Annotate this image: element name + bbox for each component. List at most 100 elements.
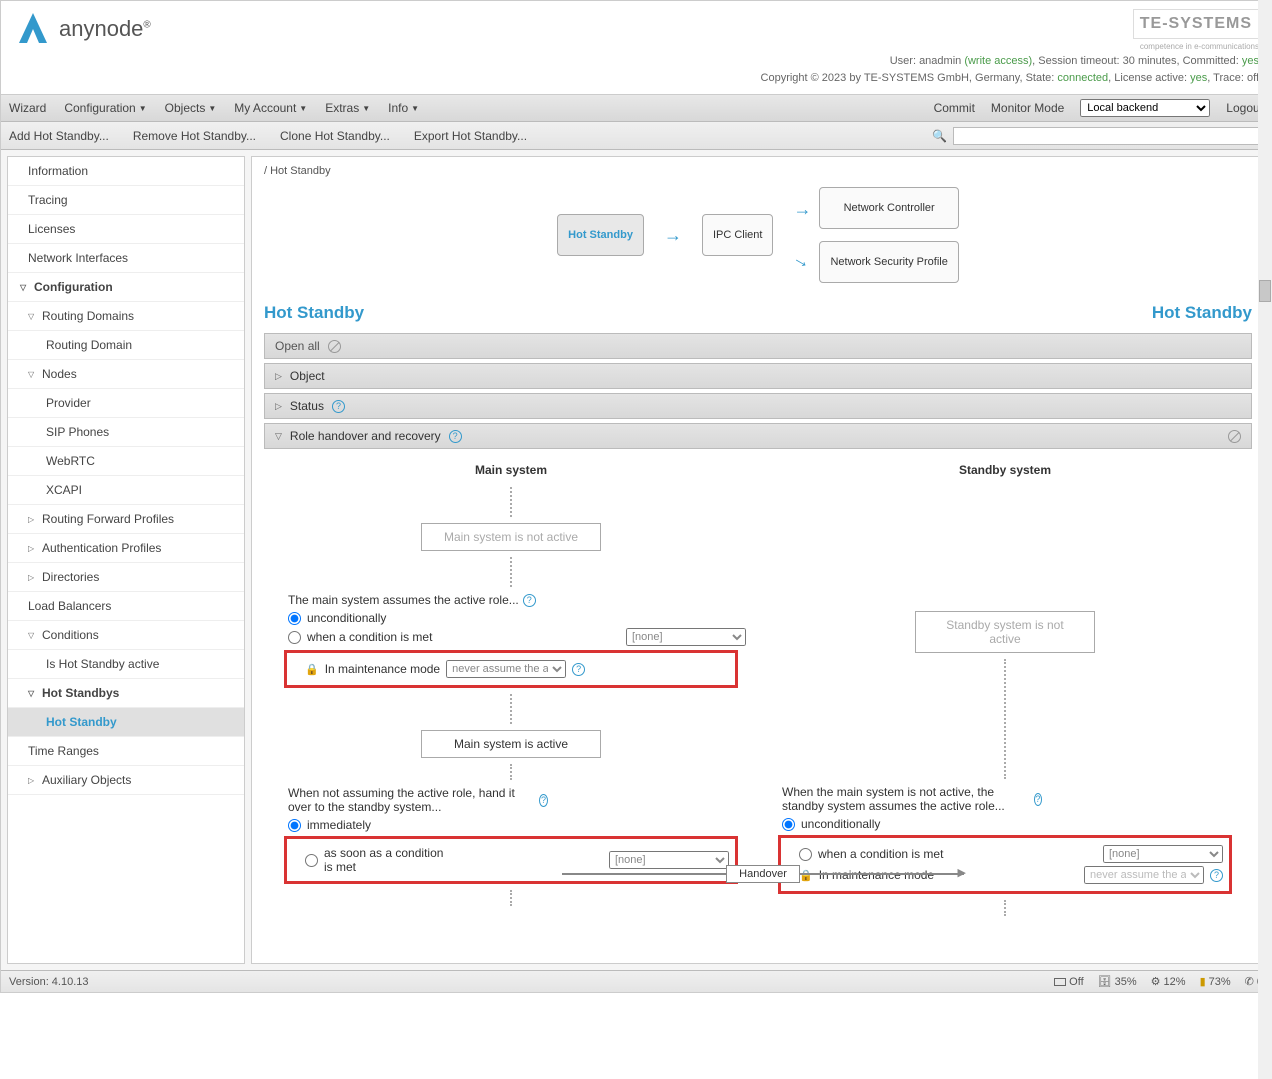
sidebar-item-label: Conditions xyxy=(42,628,99,642)
menu-info[interactable]: Info▼ xyxy=(388,101,419,115)
search-input[interactable] xyxy=(953,127,1263,145)
nav-diagram: Hot Standby → IPC Client → → Network Con… xyxy=(264,187,1252,283)
page-title: Hot Standby xyxy=(264,303,364,323)
sidebar-item-tracing[interactable]: Tracing xyxy=(8,186,244,215)
sidebar-item-conditions[interactable]: ▽ Conditions xyxy=(8,621,244,650)
help-icon[interactable]: ? xyxy=(1034,793,1042,806)
menu-extras[interactable]: Extras▼ xyxy=(325,101,370,115)
menu-wizard[interactable]: Wizard xyxy=(9,101,46,115)
sidebar-item-network-interfaces[interactable]: Network Interfaces xyxy=(8,244,244,273)
user-status-line: User: anadmin (write access), Session ti… xyxy=(761,53,1259,70)
radio-immediately[interactable] xyxy=(288,819,301,832)
add-hot-standby-button[interactable]: Add Hot Standby... xyxy=(9,129,109,143)
chevron-right-icon: ▷ xyxy=(28,515,38,524)
remove-hot-standby-button[interactable]: Remove Hot Standby... xyxy=(133,129,256,143)
help-icon[interactable]: ? xyxy=(449,430,462,443)
sidebar-item-hot-standbys[interactable]: ▽Hot Standbys xyxy=(8,679,244,708)
radio-as-soon-condition[interactable] xyxy=(305,854,318,867)
deny-icon xyxy=(328,340,341,353)
sidebar-item-time-ranges[interactable]: Time Ranges xyxy=(8,737,244,766)
sidebar-item-label: Hot Standby xyxy=(46,715,117,729)
standby-condition-select[interactable]: [none] xyxy=(1103,845,1223,863)
handover-label: Handover xyxy=(726,865,800,883)
arrow-right-icon: → xyxy=(793,199,811,220)
sidebar-item-label: Configuration xyxy=(34,280,113,294)
help-icon[interactable]: ? xyxy=(539,794,548,807)
sidebar-item-hot-standby[interactable]: Hot Standby xyxy=(8,708,244,737)
condition-select[interactable]: [none] xyxy=(626,628,746,646)
sidebar-item-configuration[interactable]: ▽Configuration xyxy=(8,273,244,302)
monitor-mode-button[interactable]: Monitor Mode xyxy=(991,101,1064,115)
sidebar-item-information[interactable]: Information xyxy=(8,157,244,186)
sidebar-item-authentication-profiles[interactable]: ▷Authentication Profiles xyxy=(8,534,244,563)
scrollbar[interactable] xyxy=(1258,0,1272,1079)
handover-text: When not assuming the active role, hand … xyxy=(288,786,548,814)
radio-standby-when-condition[interactable] xyxy=(799,848,812,861)
menu-objects[interactable]: Objects▼ xyxy=(165,101,217,115)
sidebar-item-webrtc[interactable]: WebRTC xyxy=(8,447,244,476)
sidebar-item-label: Auxiliary Objects xyxy=(42,773,131,787)
help-icon[interactable]: ? xyxy=(1210,869,1223,882)
radio-standby-unconditionally[interactable] xyxy=(782,818,795,831)
sidebar-item-routing-domain[interactable]: Routing Domain xyxy=(8,331,244,360)
chevron-down-icon: ▽ xyxy=(28,312,38,321)
version-label: Version: 4.10.13 xyxy=(9,976,89,988)
commit-button[interactable]: Commit xyxy=(934,101,975,115)
deny-icon xyxy=(1228,430,1241,443)
sidebar-item-label: Time Ranges xyxy=(28,744,99,758)
main-not-active-box: Main system is not active xyxy=(421,523,601,551)
menu-my-account[interactable]: My Account▼ xyxy=(234,101,307,115)
help-icon[interactable]: ? xyxy=(572,663,585,676)
maintenance-select-standby[interactable]: never assume the a... xyxy=(1084,866,1204,884)
sidebar-item-label: Directories xyxy=(42,570,99,584)
chevron-down-icon: ▽ xyxy=(28,370,38,379)
sidebar-item-load-balancers[interactable]: Load Balancers xyxy=(8,592,244,621)
chevron-down-icon: ▼ xyxy=(362,104,370,113)
sidebar-item-label: WebRTC xyxy=(46,454,95,468)
battery-icon: ▮ xyxy=(1200,975,1206,988)
sidebar-item-auxiliary-objects[interactable]: ▷Auxiliary Objects xyxy=(8,766,244,795)
sidebar-item-label: Load Balancers xyxy=(28,599,111,613)
accordion-object[interactable]: ▷ Object xyxy=(264,363,1252,389)
chevron-down-icon: ▽ xyxy=(28,689,38,698)
breadcrumb: / Hot Standby xyxy=(264,165,1252,177)
maintenance-select-main[interactable]: never assume the a... xyxy=(446,660,566,678)
sidebar-item-label: Provider xyxy=(46,396,91,410)
sidebar-item-provider[interactable]: Provider xyxy=(8,389,244,418)
chevron-down-icon: ▼ xyxy=(208,104,216,113)
sidebar-item-xcapi[interactable]: XCAPI xyxy=(8,476,244,505)
arrow-right-icon: → xyxy=(664,225,682,246)
standby-assumes-text: When the main system is not active, the … xyxy=(782,785,1042,813)
sidebar-item-routing-domains[interactable]: ▽Routing Domains xyxy=(8,302,244,331)
sidebar-item-label: Is Hot Standby active xyxy=(46,657,159,671)
cpu-icon: ⚙ xyxy=(1151,975,1161,988)
sidebar-item-nodes[interactable]: ▽Nodes xyxy=(8,360,244,389)
chevron-down-icon: ▽ xyxy=(28,631,38,640)
help-icon[interactable]: ? xyxy=(332,400,345,413)
radio-unconditionally[interactable] xyxy=(288,612,301,625)
sidebar-item-directories[interactable]: ▷Directories xyxy=(8,563,244,592)
accordion-role-handover[interactable]: ▽ Role handover and recovery ? xyxy=(264,423,1252,449)
export-hot-standby-button[interactable]: Export Hot Standby... xyxy=(414,129,527,143)
diagram-network-controller[interactable]: Network Controller xyxy=(819,187,958,229)
scroll-thumb[interactable] xyxy=(1259,280,1271,302)
sidebar-item-label: Licenses xyxy=(28,222,75,236)
vendor-logo: TE-SYSTEMS xyxy=(1133,9,1259,39)
radio-when-condition[interactable] xyxy=(288,631,301,644)
clone-hot-standby-button[interactable]: Clone Hot Standby... xyxy=(280,129,390,143)
lock-icon: 🔒 xyxy=(305,663,319,676)
accordion-status[interactable]: ▷ Status ? xyxy=(264,393,1252,419)
sidebar-item-routing-forward-profiles[interactable]: ▷Routing Forward Profiles xyxy=(8,505,244,534)
help-icon[interactable]: ? xyxy=(523,594,536,607)
open-all-button[interactable]: Open all xyxy=(264,333,1252,359)
diagram-network-security-profile[interactable]: Network Security Profile xyxy=(819,241,958,283)
status-off: Off xyxy=(1054,976,1083,988)
diagram-ipc-client[interactable]: IPC Client xyxy=(702,214,774,256)
sidebar-item-sip-phones[interactable]: SIP Phones xyxy=(8,418,244,447)
sidebar-item-is-hot-standby-active[interactable]: Is Hot Standby active xyxy=(8,650,244,679)
sidebar-item-licenses[interactable]: Licenses xyxy=(8,215,244,244)
main-assumes-text: The main system assumes the active role.… xyxy=(288,593,746,607)
diagram-hot-standby[interactable]: Hot Standby xyxy=(557,214,644,256)
backend-select[interactable]: Local backend xyxy=(1080,99,1210,117)
menu-configuration[interactable]: Configuration▼ xyxy=(64,101,146,115)
